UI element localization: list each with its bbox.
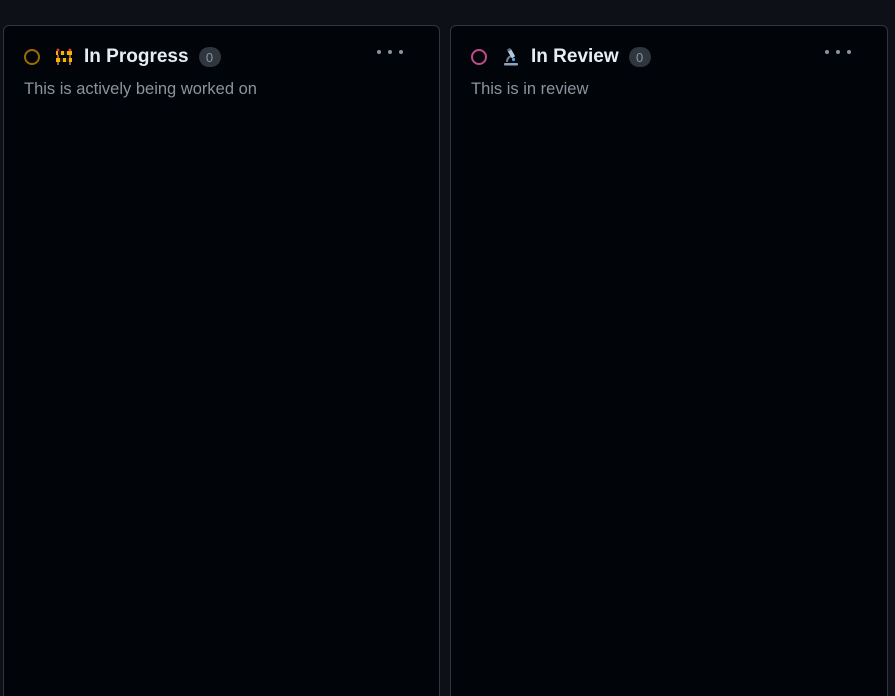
- more-dot: [847, 50, 851, 54]
- more-dot: [825, 50, 829, 54]
- status-circle-icon: [24, 49, 40, 65]
- column-description: This is actively being worked on: [24, 80, 257, 98]
- column-header: In Progress 0: [24, 45, 419, 69]
- microscope-icon: [501, 47, 521, 67]
- status-circle-icon: [471, 49, 487, 65]
- more-dot: [836, 50, 840, 54]
- more-dot: [388, 50, 392, 54]
- column-in-review: In Review 0 This is in review: [450, 25, 888, 696]
- column-in-progress: In Progress 0 This is actively being wor…: [3, 25, 440, 696]
- column-title: In Progress: [84, 46, 189, 67]
- column-options-button[interactable]: [377, 43, 403, 61]
- column-options-button[interactable]: [825, 43, 851, 61]
- column-header: In Review 0: [471, 45, 867, 69]
- more-dot: [377, 50, 381, 54]
- construction-icon: [54, 47, 74, 67]
- column-title: In Review: [531, 46, 619, 67]
- column-description: This is in review: [471, 80, 589, 98]
- more-dot: [399, 50, 403, 54]
- item-count-badge: 0: [628, 47, 651, 67]
- item-count-badge: 0: [198, 47, 221, 67]
- project-board: In Progress 0 This is actively being wor…: [0, 0, 895, 696]
